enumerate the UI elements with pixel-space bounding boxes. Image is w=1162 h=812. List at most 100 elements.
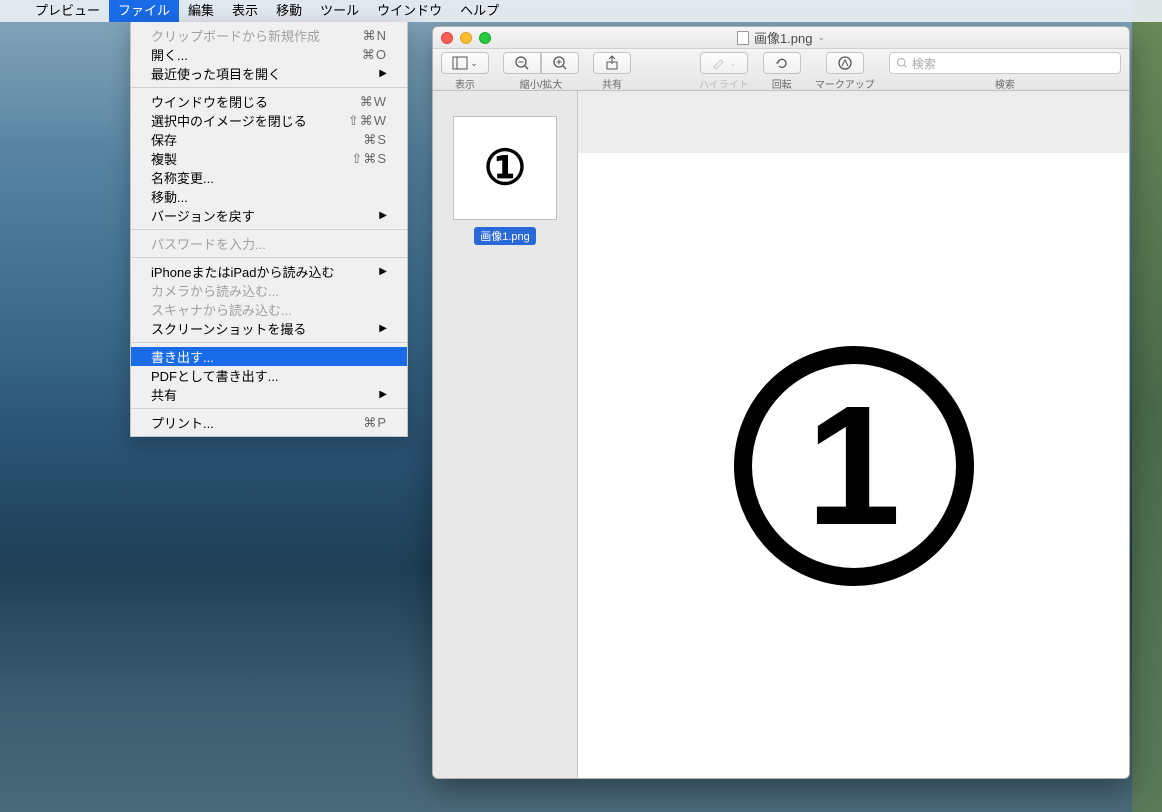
menu-item[interactable]: バージョンを戻す▶ — [131, 206, 407, 225]
menu-help[interactable]: ヘルプ — [451, 0, 508, 22]
image-content: 1 — [734, 346, 974, 586]
menu-item-shortcut: ⇧⌘S — [351, 151, 387, 167]
document-icon — [737, 31, 749, 45]
traffic-lights — [441, 32, 491, 44]
markup-button[interactable] — [826, 52, 864, 74]
menu-item-label: 最近使った項目を開く — [151, 64, 281, 83]
menu-item[interactable]: 保存 ⌘S — [131, 130, 407, 149]
chevron-down-icon: ⌄ — [818, 32, 826, 43]
menu-item[interactable]: 書き出す... — [131, 347, 407, 366]
menu-go[interactable]: 移動 — [267, 0, 311, 22]
share-icon — [604, 55, 620, 71]
zoom-out-icon — [514, 55, 530, 71]
titlebar[interactable]: 画像1.png ⌄ — [433, 27, 1129, 49]
menu-item[interactable]: 選択中のイメージを閉じる⇧⌘W — [131, 111, 407, 130]
menu-separator — [131, 342, 407, 343]
menu-item[interactable]: 開く... ⌘O — [131, 45, 407, 64]
menu-item-label: 移動... — [151, 187, 188, 206]
app-menu[interactable]: プレビュー — [26, 0, 109, 22]
toolbar-highlight-group: ⌄ ハイライト — [699, 52, 749, 91]
highlight-button: ⌄ — [700, 52, 748, 74]
menu-item-shortcut: ⌘W — [360, 94, 387, 110]
share-button[interactable] — [593, 52, 631, 74]
menu-item-label: パスワードを入力... — [151, 234, 266, 253]
rotate-button[interactable] — [763, 52, 801, 74]
menu-edit[interactable]: 編集 — [179, 0, 223, 22]
menu-item[interactable]: ウインドウを閉じる ⌘W — [131, 92, 407, 111]
share-label: 共有 — [602, 76, 622, 91]
menu-item[interactable]: 複製 ⇧⌘S — [131, 149, 407, 168]
submenu-arrow-icon: ▶ — [379, 389, 387, 400]
preview-window: 画像1.png ⌄ ⌄ 表示 縮小/拡大 — [432, 26, 1130, 779]
thumbnail-sidebar: ① 画像1.png — [433, 91, 578, 778]
menu-item-shortcut: ⌘P — [363, 415, 387, 431]
menu-item-label: 選択中のイメージを閉じる — [151, 111, 307, 130]
menu-item[interactable]: 最近使った項目を開く ▶ — [131, 64, 407, 83]
menu-item-label: 書き出す... — [151, 347, 214, 366]
close-button[interactable] — [441, 32, 453, 44]
canvas-main: 1 — [578, 153, 1129, 778]
toolbar: ⌄ 表示 縮小/拡大 共有 — [433, 49, 1129, 91]
highlighter-icon — [711, 55, 727, 71]
markup-label: マークアップ — [815, 76, 875, 91]
rotate-icon — [774, 55, 790, 71]
zoom-label: 縮小/拡大 — [520, 76, 563, 91]
menu-item-label: プリント... — [151, 413, 214, 432]
markup-icon — [837, 55, 853, 71]
minimize-button[interactable] — [460, 32, 472, 44]
toolbar-share-group: 共有 — [593, 52, 631, 91]
menu-item-label: カメラから読み込む... — [151, 281, 279, 300]
view-mode-button[interactable]: ⌄ — [441, 52, 489, 74]
menu-item: クリップボードから新規作成⌘N — [131, 26, 407, 45]
zoom-in-button[interactable] — [541, 52, 579, 74]
menu-item[interactable]: 共有 ▶ — [131, 385, 407, 404]
thumbnail-filename[interactable]: 画像1.png — [474, 227, 536, 245]
canvas-background-top — [578, 91, 1129, 153]
menubar: プレビュー ファイル 編集 表示 移動 ツール ウインドウ ヘルプ — [0, 0, 1162, 22]
menu-item-shortcut: ⌘S — [363, 132, 387, 148]
menu-item: カメラから読み込む... — [131, 281, 407, 300]
menu-item-label: 複製 — [151, 149, 177, 168]
window-title[interactable]: 画像1.png ⌄ — [737, 28, 825, 47]
menu-item[interactable]: 移動... — [131, 187, 407, 206]
thumbnail[interactable]: ① — [453, 116, 557, 220]
toolbar-view-group: ⌄ 表示 — [441, 52, 489, 91]
zoom-button[interactable] — [479, 32, 491, 44]
menu-item-label: 共有 — [151, 385, 177, 404]
submenu-arrow-icon: ▶ — [379, 68, 387, 79]
menu-separator — [131, 257, 407, 258]
zoom-out-button[interactable] — [503, 52, 541, 74]
thumbnail-glyph: ① — [483, 140, 526, 196]
rotate-label: 回転 — [772, 76, 792, 91]
menu-item[interactable]: 名称変更... — [131, 168, 407, 187]
view-label: 表示 — [455, 76, 475, 91]
menu-item-label: クリップボードから新規作成 — [151, 26, 320, 45]
image-canvas[interactable]: 1 — [578, 91, 1129, 778]
menu-item[interactable]: iPhoneまたはiPadから読み込む▶ — [131, 262, 407, 281]
menu-file[interactable]: ファイル — [109, 0, 179, 22]
menu-item[interactable]: プリント... ⌘P — [131, 413, 407, 432]
content-area: ① 画像1.png 1 — [433, 91, 1129, 778]
chevron-down-icon: ⌄ — [470, 58, 478, 69]
search-input[interactable]: 検索 — [889, 52, 1121, 74]
menu-item-shortcut: ⌘O — [362, 47, 387, 63]
window-title-text: 画像1.png — [754, 28, 813, 47]
menu-window[interactable]: ウインドウ — [368, 0, 451, 22]
search-icon — [896, 57, 908, 69]
menu-item[interactable]: PDFとして書き出す... — [131, 366, 407, 385]
menu-separator — [131, 87, 407, 88]
toolbar-markup-group: マークアップ — [815, 52, 875, 91]
menu-item-label: PDFとして書き出す... — [151, 366, 278, 385]
menu-item[interactable]: スクリーンショットを撮る▶ — [131, 319, 407, 338]
menu-item: スキャナから読み込む... — [131, 300, 407, 319]
menu-view[interactable]: 表示 — [223, 0, 267, 22]
menu-item-label: 開く... — [151, 45, 188, 64]
search-label: 検索 — [995, 76, 1015, 91]
menu-item-label: 名称変更... — [151, 168, 214, 187]
menu-item: パスワードを入力... — [131, 234, 407, 253]
menu-tools[interactable]: ツール — [311, 0, 368, 22]
menu-item-label: 保存 — [151, 130, 177, 149]
menu-item-label: ウインドウを閉じる — [151, 92, 268, 111]
sidebar-icon — [452, 55, 468, 71]
toolbar-search-group: 検索 検索 — [889, 52, 1121, 91]
